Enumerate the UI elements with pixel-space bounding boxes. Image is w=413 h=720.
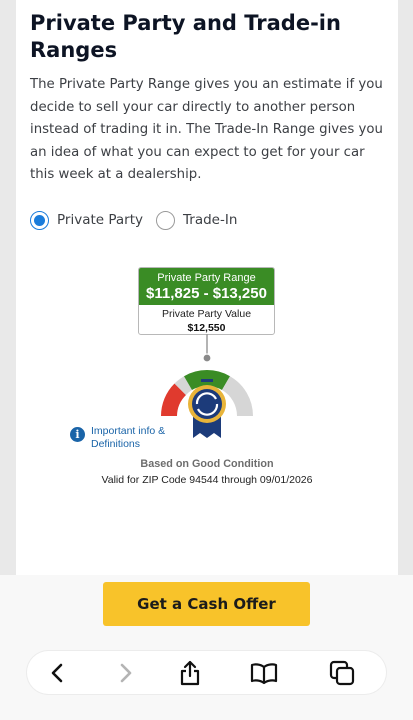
private-party-value-label: Private Party Value <box>161 308 252 320</box>
forward-icon[interactable] <box>114 662 136 684</box>
tabs-icon[interactable] <box>329 660 355 686</box>
radio-unselected-indicator[interactable] <box>156 210 175 230</box>
info-icon[interactable]: i <box>70 427 85 442</box>
tabs-button[interactable] <box>324 655 360 691</box>
validity-text: Valid for ZIP Code 94544 through 09/01/2… <box>101 474 313 486</box>
important-info-link[interactable]: i Important info & Definitions <box>70 425 171 451</box>
radio-trade-in[interactable]: Trade-In <box>156 209 237 231</box>
gauge-gray-segment <box>222 376 253 416</box>
description-text: The Private Party Range gives you an est… <box>30 77 383 182</box>
bookmarks-button[interactable] <box>246 655 282 691</box>
radio-private-party[interactable]: Private Party <box>30 209 143 231</box>
radio-selected-indicator[interactable] <box>30 210 49 230</box>
bookmarks-icon[interactable] <box>250 661 278 685</box>
share-icon[interactable] <box>178 660 202 686</box>
content-card: Private Party and Trade-in Ranges The Pr… <box>16 0 398 575</box>
forward-button[interactable] <box>107 655 143 691</box>
bottom-bar: Get a Cash Offer <box>0 575 413 720</box>
range-label: Private Party Range <box>157 272 256 284</box>
range-header: Private Party Range $11,825 - $13,250 <box>139 268 274 305</box>
important-info-text[interactable]: Important info & Definitions <box>91 425 171 451</box>
radio-label-trade-in[interactable]: Trade-In <box>183 212 237 228</box>
browser-toolbar <box>27 651 386 694</box>
share-button[interactable] <box>172 655 208 691</box>
page: Private Party and Trade-in Ranges The Pr… <box>0 0 413 720</box>
condition-text: Based on Good Condition <box>140 458 274 470</box>
radio-label-private-party[interactable]: Private Party <box>57 212 143 228</box>
valuation-range-box: Private Party Range $11,825 - $13,250 Pr… <box>138 267 275 335</box>
range-value: $11,825 - $13,250 <box>146 285 267 302</box>
private-party-value: $12,550 <box>187 322 226 334</box>
get-cash-offer-button[interactable]: Get a Cash Offer <box>103 582 310 626</box>
back-button[interactable] <box>40 655 76 691</box>
back-icon[interactable] <box>47 662 69 684</box>
page-title: Private Party and Trade-in Ranges <box>30 11 341 62</box>
